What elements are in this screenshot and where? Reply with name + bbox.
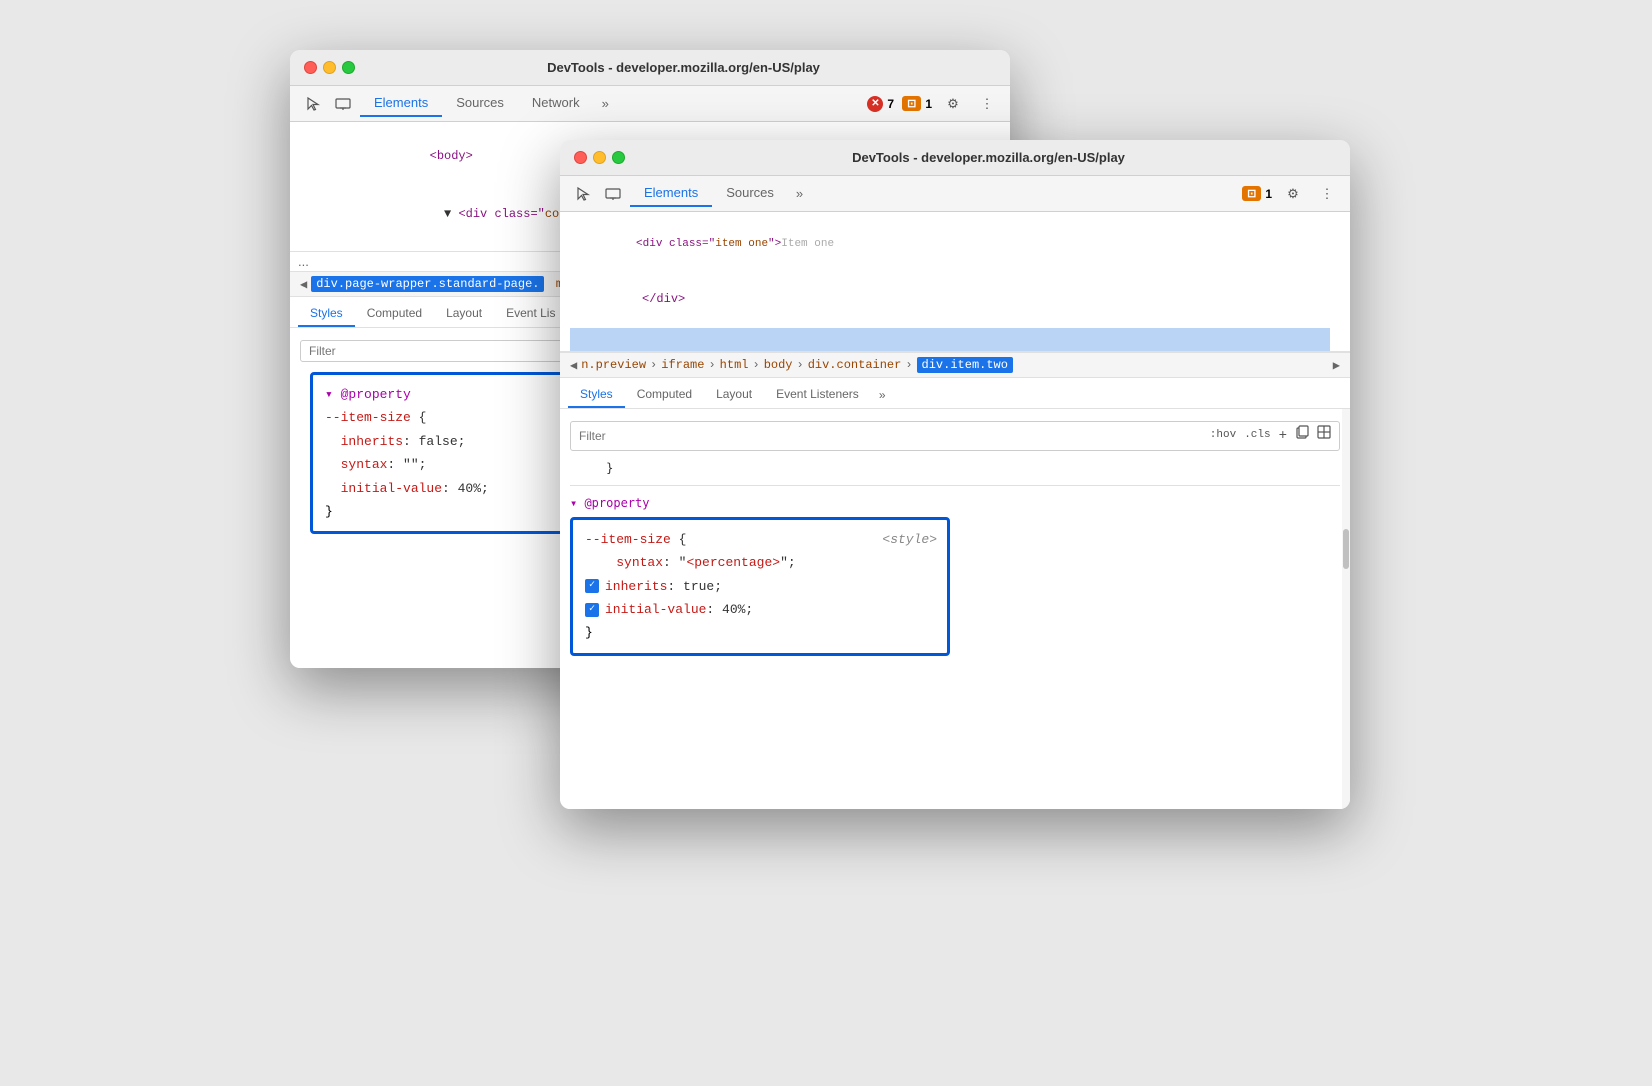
front-html-line-3[interactable]: <div class="item two">Item two [570,328,1330,352]
front-tab-sources[interactable]: Sources [712,180,788,207]
front-settings-icon[interactable]: ⚙ [1280,181,1306,207]
back-traffic-lights [304,61,355,74]
back-titlebar: DevTools - developer.mozilla.org/en-US/p… [290,50,1010,86]
front-minimize-button[interactable] [593,151,606,164]
front-html-panel: <div class="item one">Item one </div> <d… [560,212,1350,352]
front-css-prop1-line: --item-size { <style> [585,528,935,551]
front-breadcrumb-container[interactable]: div.container [808,358,902,372]
front-filter-buttons: :hov .cls + [1210,425,1331,447]
front-breadcrumb-item-two[interactable]: div.item.two [917,357,1013,373]
front-panel-tab-computed[interactable]: Computed [625,382,704,408]
front-filter-hov[interactable]: :hov [1210,427,1236,445]
front-styles-panel: :hov .cls + [560,409,1350,809]
front-more-icon[interactable]: ⋮ [1314,181,1340,207]
front-screen-icon[interactable] [600,181,626,207]
back-more-icon[interactable]: ⋮ [974,91,1000,117]
front-breadcrumb-preview[interactable]: n.preview [581,358,646,372]
front-cursor-icon[interactable] [570,181,596,207]
back-tab-more[interactable]: » [594,91,617,116]
front-close-button[interactable] [574,151,587,164]
front-css-inherits: inherits: true; [585,575,935,598]
front-devtools-window: DevTools - developer.mozilla.org/en-US/p… [560,140,1350,809]
front-toolbar: Elements Sources » ⊡ 1 ⚙ ⋮ [560,176,1350,212]
back-warn-count: 1 [925,97,932,111]
back-tab-bar: Elements Sources Network » [360,90,863,117]
front-warn-badge: ⊡ 1 [1242,186,1272,201]
back-error-icon: ✕ [867,96,883,112]
back-maximize-button[interactable] [342,61,355,74]
front-filter-input[interactable] [579,429,1210,443]
back-toolbar-right: ✕ 7 ⊡ 1 ⚙ ⋮ [867,91,1000,117]
back-window-title: DevTools - developer.mozilla.org/en-US/p… [371,60,996,75]
front-html-line-2: </div> [570,271,1330,329]
front-breadcrumb-html[interactable]: html [720,358,749,372]
back-error-count: 7 [887,97,894,111]
front-scrollbar[interactable] [1342,409,1350,809]
front-warn-count: 1 [1265,187,1272,201]
front-traffic-lights [574,151,625,164]
back-warn-icon: ⊡ [902,96,921,111]
front-tab-elements[interactable]: Elements [630,180,712,207]
front-css-close-brace: } [585,621,935,644]
front-breadcrumb-left-arrow[interactable]: ◀ [570,358,577,373]
back-cursor-icon[interactable] [300,91,326,117]
front-closing-brace: } [570,457,1340,485]
front-tab-bar: Elements Sources » [630,180,1238,207]
back-screen-icon[interactable] [330,91,356,117]
front-filter-layout-icon[interactable] [1317,425,1331,447]
front-html-line-1: <div class="item one">Item one [570,218,1330,271]
front-titlebar: DevTools - developer.mozilla.org/en-US/p… [560,140,1350,176]
back-warn-badge: ⊡ 1 [902,96,932,111]
back-panel-tab-styles[interactable]: Styles [298,301,355,327]
front-css-initial-value: initial-value: 40%; [585,598,935,621]
front-panel-tabs: Styles Computed Layout Event Listeners » [560,378,1350,409]
front-inherits-checkbox[interactable] [585,579,599,593]
back-error-badge: ✕ 7 [867,96,894,112]
front-warn-icon: ⊡ [1242,186,1261,201]
front-devtools-body: <div class="item one">Item one </div> <d… [560,212,1350,809]
front-toolbar-right: ⊡ 1 ⚙ ⋮ [1242,181,1340,207]
back-panel-tab-eventlis[interactable]: Event Lis [494,301,567,327]
front-window-title: DevTools - developer.mozilla.org/en-US/p… [641,150,1336,165]
back-tab-network[interactable]: Network [518,90,594,117]
back-breadcrumb-item-1[interactable]: div.page-wrapper.standard-page. [311,276,544,292]
front-filter-bar: :hov .cls + [570,421,1340,451]
front-panel-tab-layout[interactable]: Layout [704,382,764,408]
front-initial-value-checkbox[interactable] [585,603,599,617]
back-panel-tab-layout[interactable]: Layout [434,301,494,327]
front-filter-plus[interactable]: + [1279,425,1287,447]
back-tab-sources[interactable]: Sources [442,90,518,117]
front-filter-copy-icon[interactable] [1295,425,1309,447]
front-panel-tab-more[interactable]: » [871,383,894,407]
front-breadcrumb-right-arrow[interactable]: ▶ [1333,358,1340,373]
front-breadcrumb: ◀ n.preview › iframe › html › body › div… [560,352,1350,378]
back-close-button[interactable] [304,61,317,74]
back-tab-elements[interactable]: Elements [360,90,442,117]
back-settings-icon[interactable]: ⚙ [940,91,966,117]
back-minimize-button[interactable] [323,61,336,74]
front-breadcrumb-body[interactable]: body [764,358,793,372]
back-toolbar: Elements Sources Network » ✕ 7 ⊡ 1 ⚙ ⋮ [290,86,1010,122]
front-maximize-button[interactable] [612,151,625,164]
front-breadcrumb-iframe[interactable]: iframe [661,358,704,372]
front-panel-tab-styles[interactable]: Styles [568,382,625,408]
front-tab-more[interactable]: » [788,181,811,206]
front-at-property-label: ▾ @property [570,494,1340,513]
back-breadcrumb-left-arrow[interactable]: ◀ [300,277,307,292]
front-filter-cls[interactable]: .cls [1244,427,1270,445]
front-panel-tab-eventlisteners[interactable]: Event Listeners [764,382,871,408]
front-scrollbar-thumb[interactable] [1343,529,1349,569]
back-panel-tab-computed[interactable]: Computed [355,301,434,327]
front-highlight-box: --item-size { <style> syntax: "<percenta… [570,517,950,656]
front-css-syntax: syntax: "<percentage>"; [585,551,935,574]
